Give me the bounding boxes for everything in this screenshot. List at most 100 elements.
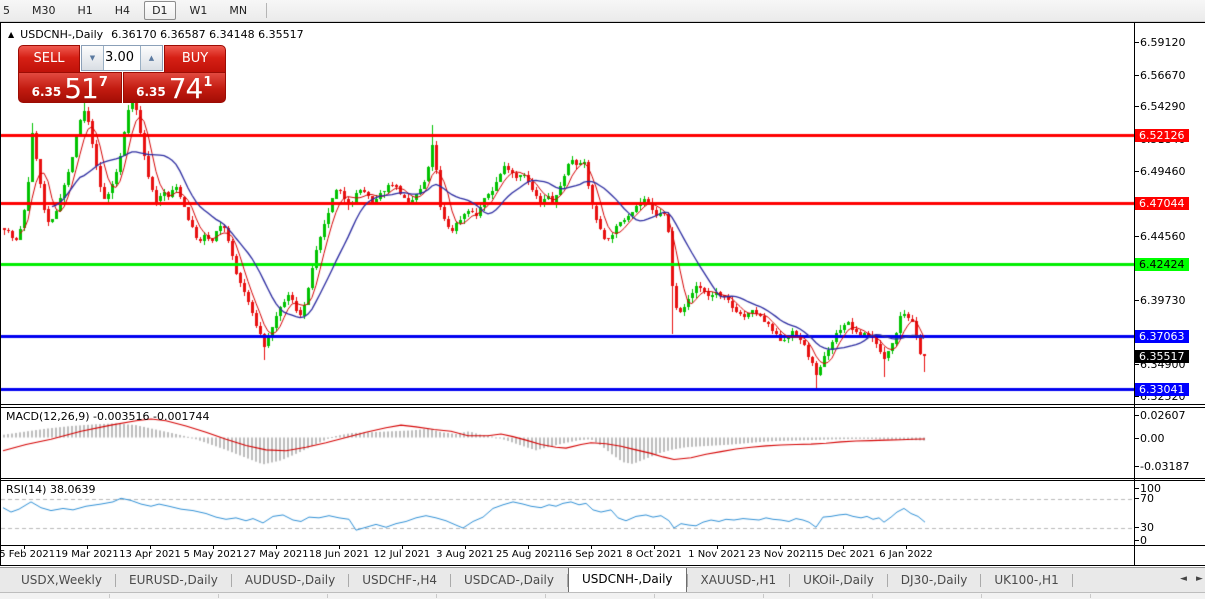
price-tick-label: 6.54290 <box>1140 100 1186 113</box>
bid-price-pip: 7 <box>99 75 108 90</box>
chart-ohlc-values: 6.36170 6.36587 6.34148 6.35517 <box>111 28 303 41</box>
sell-button[interactable]: SELL <box>18 45 80 73</box>
price-tick-label: 6.56670 <box>1140 69 1186 82</box>
price-tick-mark <box>1134 300 1139 301</box>
chart-symbol-label: USDCNH-,Daily <box>20 28 103 41</box>
gripper-mark <box>327 594 328 598</box>
price-axis-separator <box>1134 22 1135 566</box>
rsi-tick-mark <box>1134 498 1139 499</box>
timeframe-toolbar: 5 M30 H1 H4 D1 W1 MN <box>0 0 1205 22</box>
price-pane-bottom-border <box>0 404 1205 405</box>
level-price-chip: 6.37063 <box>1135 330 1189 343</box>
date-label: 13 Apr 2021 <box>115 549 185 560</box>
tab-scroll-right-icon[interactable]: ► <box>1196 574 1203 584</box>
date-label: 25 Aug 2021 <box>493 549 563 560</box>
volume-input[interactable]: 3.00 <box>104 46 140 70</box>
tab-separator <box>1072 574 1073 587</box>
level-price-chip: 6.52126 <box>1135 129 1189 142</box>
date-label: 8 Oct 2021 <box>619 549 689 560</box>
price-tick-label: 6.39730 <box>1140 294 1186 307</box>
tab-scroll-left-icon[interactable]: ◄ <box>1180 574 1187 584</box>
price-tick-mark <box>1134 75 1139 76</box>
rsi-pane-bottom-border <box>0 545 1205 546</box>
rsi-value: 38.0639 <box>46 483 95 496</box>
gripper-mark <box>545 594 546 598</box>
gripper-mark <box>1090 594 1091 598</box>
date-label: 15 Dec 2021 <box>808 549 878 560</box>
gripper-mark <box>981 594 982 598</box>
macd-values: -0.003516 -0.001744 <box>90 410 210 423</box>
timeframe-button-h4[interactable]: H4 <box>107 1 138 20</box>
date-label: 25 Feb 2021 <box>0 549 59 560</box>
macd-tick-mark <box>1134 466 1139 467</box>
bid-price-main: 51 <box>64 76 98 102</box>
macd-tick-label: 0.02607 <box>1140 409 1186 422</box>
timeframe-button-5[interactable]: 5 <box>0 1 18 20</box>
price-tick-label: 6.59120 <box>1140 36 1186 49</box>
one-click-trade-panel: SELL ▼ 3.00 ▲ BUY 6.35 51 7 6.35 74 1 <box>18 45 226 102</box>
bid-price-box[interactable]: 6.35 51 7 <box>18 72 122 103</box>
rsi-tick-label: 30 <box>1140 521 1154 534</box>
timeframe-button-m30[interactable]: M30 <box>24 1 64 20</box>
collapse-triangle-icon[interactable]: ▲ <box>8 30 14 39</box>
toolbar-separator <box>266 3 267 18</box>
tab-usdchfh4[interactable]: USDCHF-,H4 <box>349 568 450 593</box>
ask-price-prefix: 6.35 <box>136 85 166 99</box>
timeframe-button-h1[interactable]: H1 <box>70 1 101 20</box>
date-label: 23 Nov 2021 <box>745 549 815 560</box>
macd-tick-label: -0.03187 <box>1140 460 1189 473</box>
chart-tab-bar: USDX,WeeklyEURUSD-,DailyAUDUSD-,DailyUSD… <box>0 567 1205 593</box>
rsi-indicator-canvas[interactable] <box>1 481 1134 545</box>
tab-ukoildaily[interactable]: UKOil-,Daily <box>790 568 887 593</box>
price-tick-mark <box>1134 42 1139 43</box>
rsi-tick-label: 0 <box>1140 534 1147 547</box>
tab-dj30daily[interactable]: DJ30-,Daily <box>888 568 981 593</box>
timeframe-button-w1[interactable]: W1 <box>182 1 216 20</box>
ask-price-main: 74 <box>169 76 203 102</box>
macd-pane-bottom-border <box>0 478 1205 479</box>
date-axis-bottom-border <box>0 565 1205 566</box>
level-price-chip: 6.47044 <box>1135 197 1189 210</box>
date-label: 5 May 2021 <box>178 549 248 560</box>
date-label: 6 Jan 2022 <box>871 549 941 560</box>
date-label: 12 Jul 2021 <box>367 549 437 560</box>
rsi-tick-mark <box>1134 527 1139 528</box>
volume-spinner: ▼ 3.00 ▲ <box>81 45 163 71</box>
tab-usdcnhdaily[interactable]: USDCNH-,Daily <box>568 568 687 593</box>
buy-button[interactable]: BUY <box>164 45 226 73</box>
tab-audusddaily[interactable]: AUDUSD-,Daily <box>232 568 348 593</box>
date-label: 18 Jun 2021 <box>304 549 374 560</box>
price-tick-mark <box>1134 364 1139 365</box>
tab-eurusddaily[interactable]: EURUSD-,Daily <box>116 568 231 593</box>
macd-name: MACD(12,26,9) <box>6 410 90 423</box>
tab-uk100h1[interactable]: UK100-,H1 <box>981 568 1071 593</box>
tab-left-pad <box>0 568 8 593</box>
date-label: 27 May 2021 <box>241 549 311 560</box>
rsi-tick-mark <box>1134 488 1139 489</box>
timeframe-button-d1[interactable]: D1 <box>144 1 175 20</box>
tab-usdcaddaily[interactable]: USDCAD-,Daily <box>451 568 567 593</box>
macd-tick-mark <box>1134 438 1139 439</box>
price-tick-mark <box>1134 396 1139 397</box>
price-tick-label: 6.49460 <box>1140 165 1186 178</box>
gripper-mark <box>872 594 873 598</box>
gripper-mark <box>436 594 437 598</box>
date-label: 1 Nov 2021 <box>682 549 752 560</box>
chart-title: ▲ USDCNH-,Daily 6.36170 6.36587 6.34148 6.… <box>8 27 304 41</box>
price-tick-mark <box>1134 106 1139 107</box>
volume-increase-icon[interactable]: ▲ <box>140 46 162 70</box>
gripper-mark <box>218 594 219 598</box>
rsi-tick-label: 70 <box>1140 492 1154 505</box>
ask-price-pip: 1 <box>203 75 212 90</box>
volume-decrease-icon[interactable]: ▼ <box>82 46 104 70</box>
tab-xauusdh1[interactable]: XAUUSD-,H1 <box>688 568 790 593</box>
macd-label: MACD(12,26,9) -0.003516 -0.001744 <box>6 410 209 423</box>
timeframe-button-mn[interactable]: MN <box>221 1 255 20</box>
macd-tick-label: 0.00 <box>1140 432 1165 445</box>
price-tick-label: 6.44560 <box>1140 230 1186 243</box>
ask-price-box[interactable]: 6.35 74 1 <box>123 72 227 103</box>
tab-usdxweekly[interactable]: USDX,Weekly <box>8 568 115 593</box>
gripper-mark <box>654 594 655 598</box>
rsi-label: RSI(14) 38.0639 <box>6 483 95 496</box>
date-label: 3 Aug 2021 <box>430 549 500 560</box>
